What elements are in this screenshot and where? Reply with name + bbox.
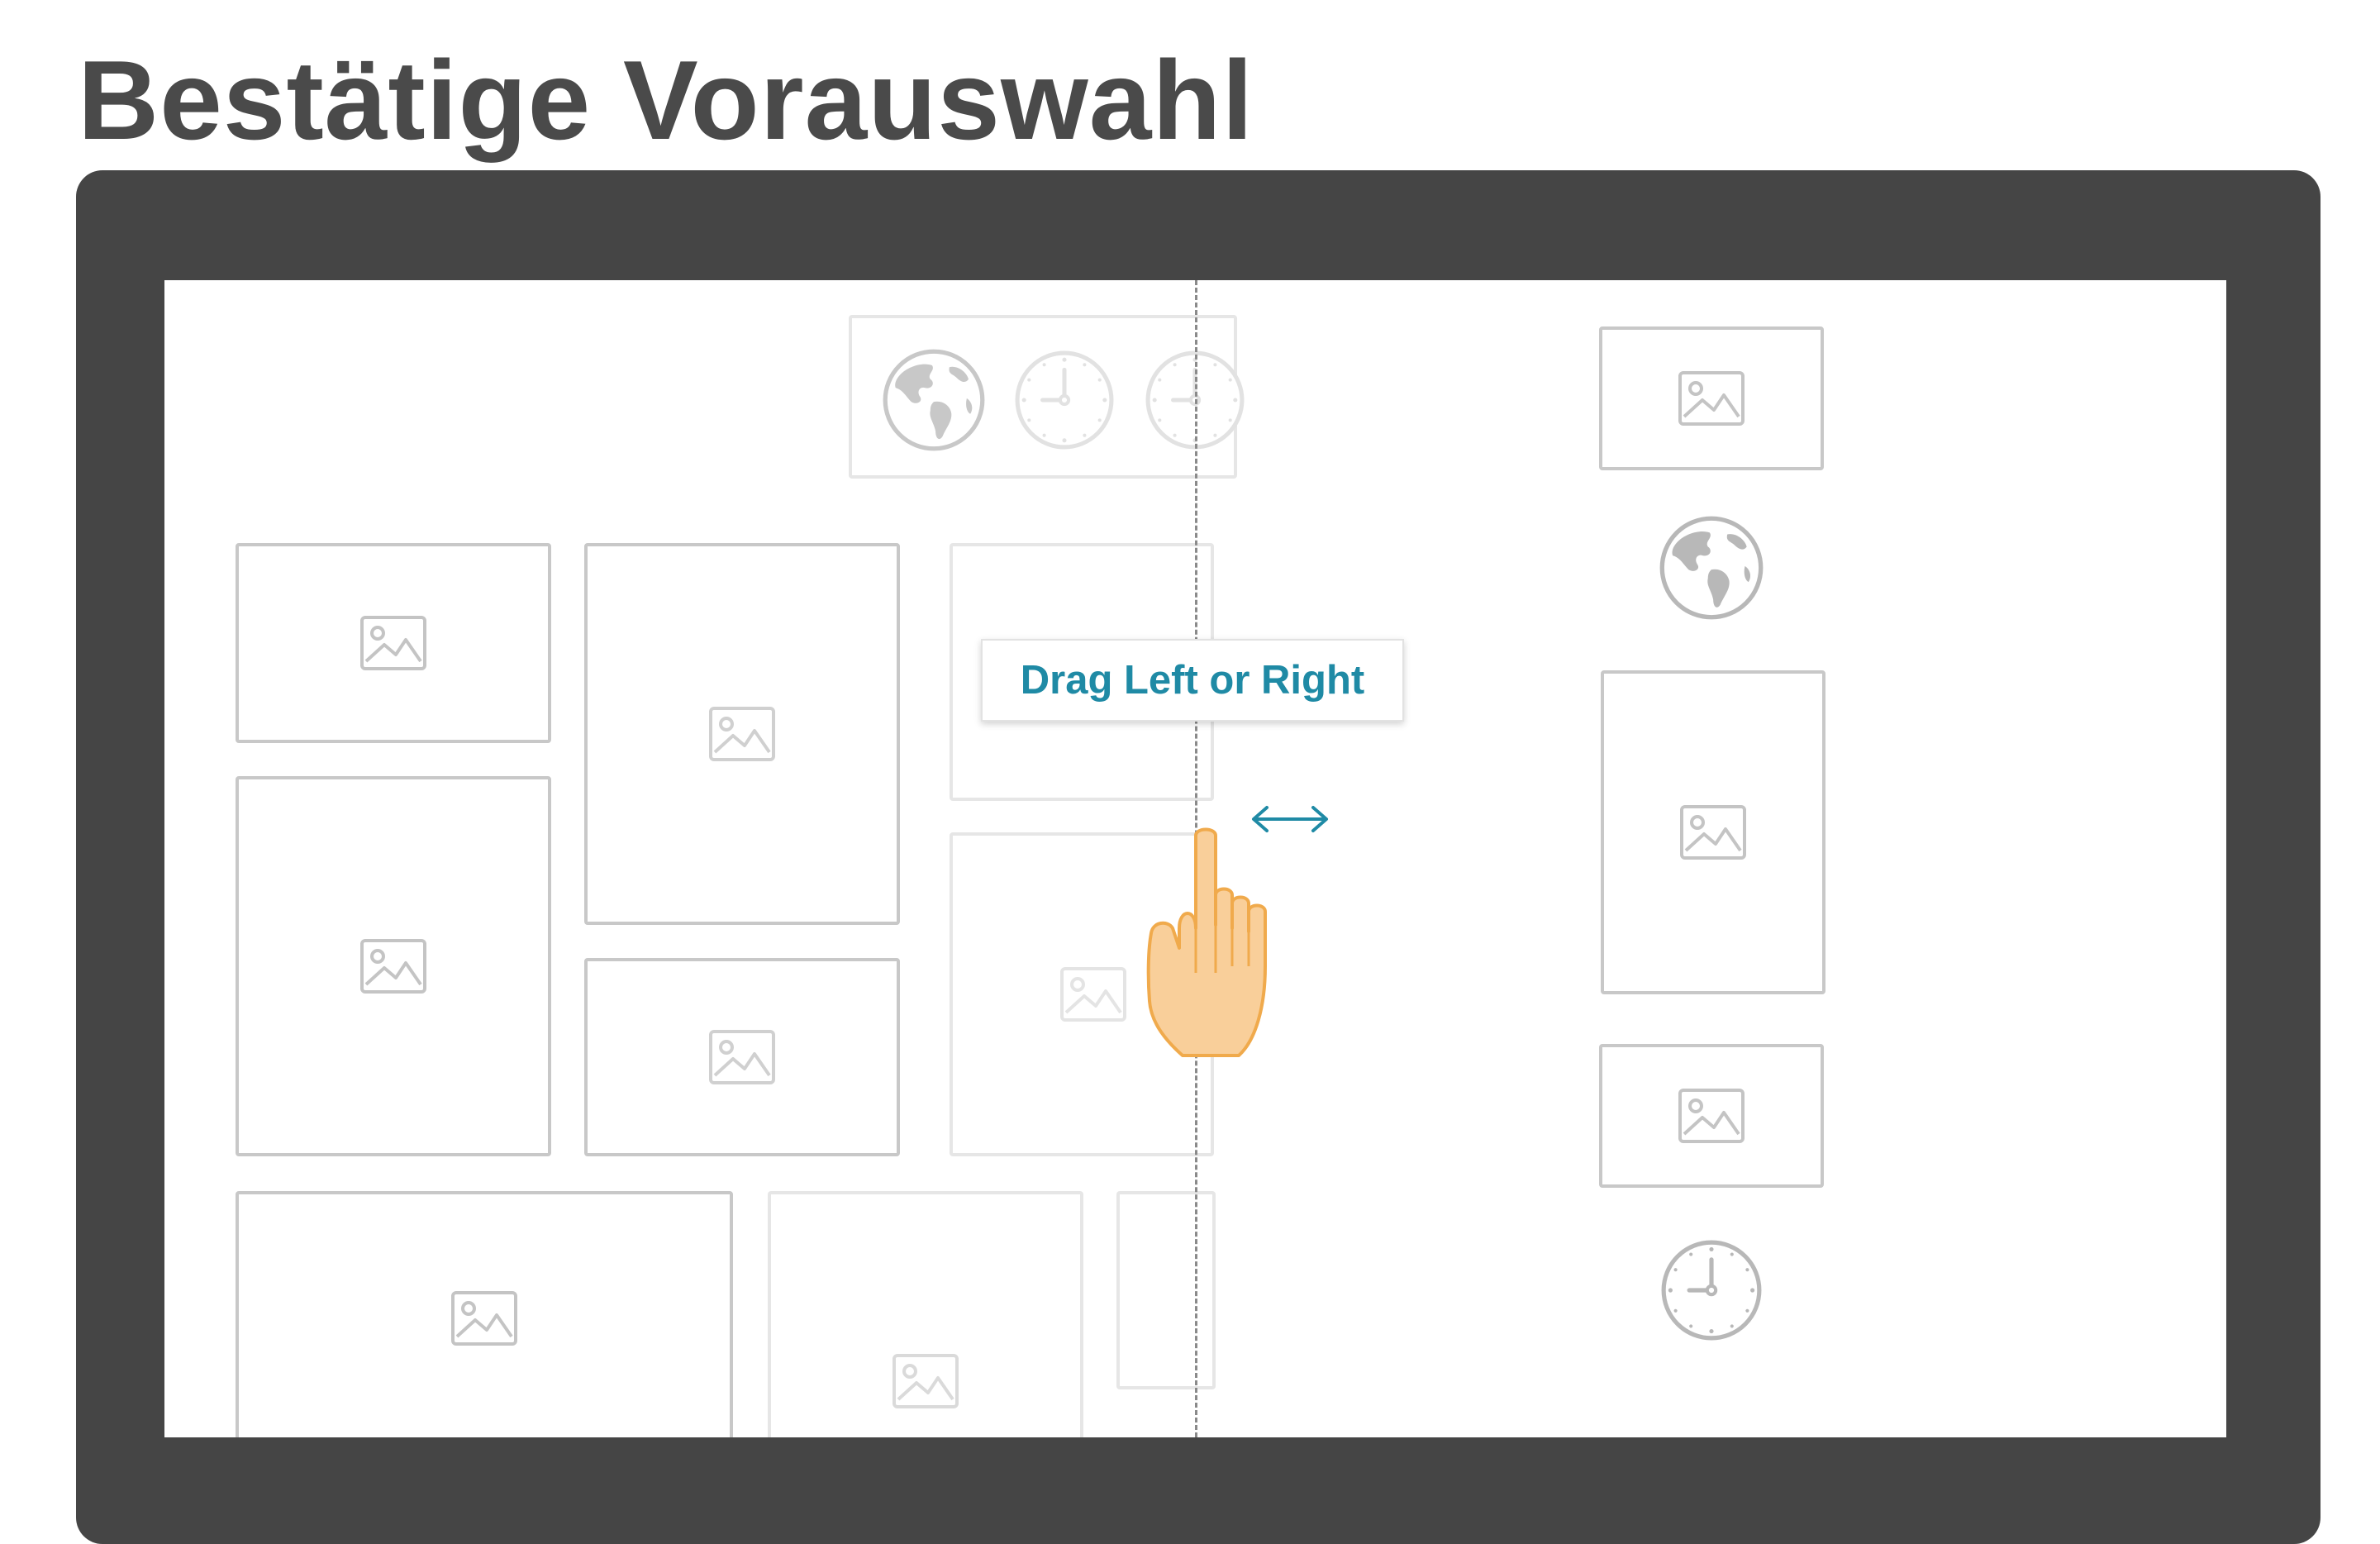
clock-icon (1014, 350, 1115, 450)
image-icon (359, 938, 427, 994)
widget-strip[interactable] (849, 315, 1237, 479)
tablet-device-frame: Drag Left or Right (76, 170, 2320, 1544)
widget-tile[interactable] (236, 776, 551, 1156)
image-icon (1678, 1088, 1745, 1144)
hand-pointer-icon (1146, 827, 1267, 1057)
widget-tile[interactable] (236, 1191, 733, 1437)
image-icon (1059, 966, 1127, 1022)
globe-icon (882, 348, 986, 452)
selected-widget-tile[interactable] (1599, 326, 1824, 470)
widget-tile[interactable] (768, 1191, 1083, 1437)
widget-tile[interactable] (1116, 1191, 1216, 1389)
drag-hint-tooltip: Drag Left or Right (981, 639, 1404, 722)
drag-hint-label: Drag Left or Right (1020, 658, 1365, 703)
selected-widget-tile[interactable] (1601, 670, 1825, 994)
page-title: Bestätige Vorauswahl (78, 37, 1254, 163)
device-screen: Drag Left or Right (164, 280, 2226, 1437)
widget-tile[interactable] (584, 958, 900, 1156)
widget-tile[interactable] (236, 543, 551, 743)
image-icon (1678, 370, 1745, 427)
image-icon (450, 1290, 518, 1346)
clock-icon[interactable] (1660, 1239, 1763, 1341)
image-icon (708, 706, 776, 762)
image-icon (892, 1353, 959, 1409)
selected-widget-tile[interactable] (1599, 1044, 1824, 1188)
widget-tile[interactable] (584, 543, 900, 925)
image-icon (708, 1029, 776, 1085)
globe-icon[interactable] (1659, 515, 1764, 621)
image-icon (1679, 804, 1747, 860)
image-icon (359, 615, 427, 671)
